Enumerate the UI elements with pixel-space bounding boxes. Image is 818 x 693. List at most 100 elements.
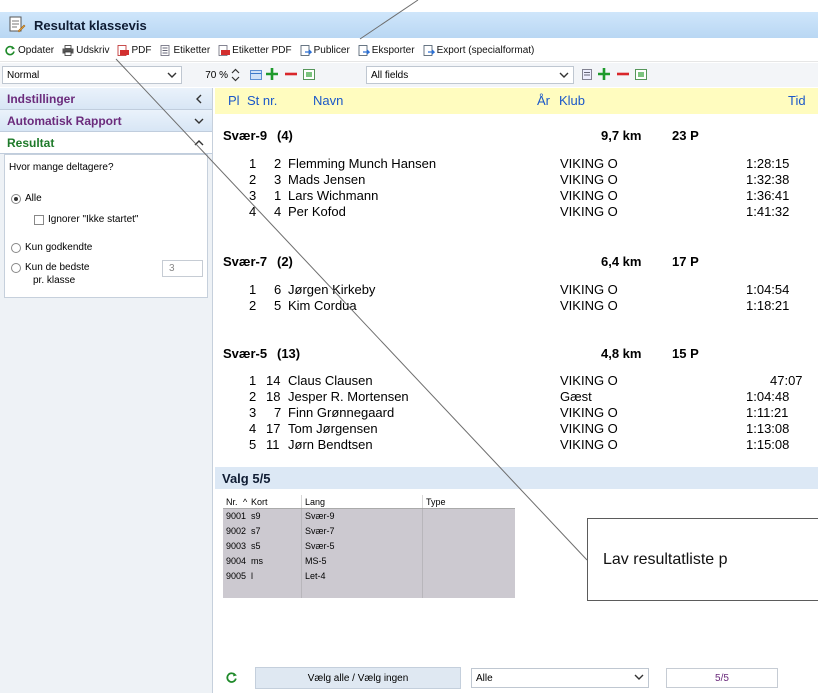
row-navn: Jesper R. Mortensen (288, 389, 409, 404)
row-pl: 2 (249, 389, 257, 404)
result-row[interactable]: 5 11 Jørn Bendtsen VIKING O 1:15:08 (215, 437, 818, 453)
refresh-selection-icon[interactable] (225, 671, 238, 684)
course-row[interactable]: 9004 ms MS-5 (223, 554, 515, 569)
row-navn: Claus Clausen (288, 373, 373, 388)
col-tid[interactable]: Tid (788, 93, 806, 108)
course-table: Nr. ^ Kort Lang Type 9001 s9 Svær-9 9002 s7… (223, 495, 515, 598)
ignore-not-started-checkbox[interactable]: Ignorer "Ikke startet" (34, 214, 138, 225)
remove-field-icon[interactable] (616, 67, 630, 81)
result-row[interactable]: 3 1 Lars Wichmann VIKING O 1:36:41 (215, 188, 818, 204)
panel-result-label: Resultat (7, 135, 55, 150)
labels-label: Etiketter (173, 45, 211, 56)
result-row[interactable]: 4 17 Tom Jørgensen VIKING O 1:13:08 (215, 421, 818, 437)
row-pl: 3 (249, 405, 257, 420)
row-stnr: 17 (266, 421, 281, 436)
row-klub: VIKING O (560, 298, 618, 313)
row-tid: 1:04:54 (746, 282, 790, 297)
result-row[interactable]: 2 3 Mads Jensen VIKING O 1:32:38 (215, 172, 818, 188)
row-tid: 1:18:21 (746, 298, 790, 313)
result-row[interactable]: 3 7 Finn Grønnegaard VIKING O 1:11:21 (215, 405, 818, 421)
header-kort[interactable]: Kort (251, 497, 268, 507)
result-row[interactable]: 1 6 Jørgen Kirkeby VIKING O 1:04:54 (215, 282, 818, 298)
row-tid: 1:04:48 (746, 389, 790, 404)
course-row[interactable]: 9003 s5 Svær-5 (223, 539, 515, 554)
course-kort: l (251, 571, 253, 581)
course-row[interactable]: 9002 s7 Svær-7 (223, 524, 515, 539)
zoom-stepper[interactable]: 70 % (186, 66, 242, 84)
export-button[interactable]: Eksporter (358, 45, 415, 56)
best-count-input[interactable]: 3 (162, 260, 203, 277)
panel-settings[interactable]: Indstillinger (0, 88, 212, 110)
column-layout-icon[interactable] (250, 70, 262, 80)
result-row[interactable]: 2 18 Jesper R. Mortensen Gæst 1:04:48 (215, 389, 818, 405)
result-row[interactable]: 4 4 Per Kofod VIKING O 1:41:32 (215, 204, 818, 220)
publish-button[interactable]: Publicer (300, 45, 350, 56)
course-table-header: Nr. ^ Kort Lang Type (223, 495, 515, 509)
row-klub: VIKING O (560, 204, 618, 219)
row-stnr: 2 (274, 156, 282, 171)
option-approved[interactable]: Kun godkendte (11, 242, 92, 253)
add-field-icon[interactable] (597, 67, 611, 81)
row-stnr: 5 (274, 298, 282, 313)
row-stnr: 4 (274, 204, 282, 219)
class-header: Svær-7 (2) 6,4 km 17 P (223, 254, 818, 272)
row-pl: 1 (249, 156, 257, 171)
labels-button[interactable]: Etiketter (159, 45, 210, 56)
result-row[interactable]: 1 2 Flemming Munch Hansen VIKING O 1:28:15 (215, 156, 818, 172)
selection-count-value: 5/5 (715, 672, 729, 684)
header-nr[interactable]: Nr. (226, 497, 238, 507)
course-nr: 9001 (226, 511, 247, 521)
option-all[interactable]: Alle (11, 193, 42, 204)
pdf-button[interactable]: PDF (117, 45, 151, 56)
course-kort: s7 (251, 526, 261, 536)
remove-icon[interactable] (284, 67, 298, 81)
col-klub[interactable]: Klub (559, 93, 585, 108)
col-aar[interactable]: År (537, 93, 550, 108)
document-icon (8, 16, 26, 34)
header-type[interactable]: Type (426, 497, 446, 507)
course-row[interactable]: 9005 l Let-4 (223, 569, 515, 584)
course-lang: Svær-5 (305, 541, 335, 551)
add-icon[interactable] (265, 67, 279, 81)
panel-result[interactable]: Resultat (0, 132, 212, 154)
labels-icon (159, 45, 171, 56)
layout-select-value: Normal (7, 69, 40, 81)
selection-title: Valg 5/5 (215, 467, 818, 489)
class-distance: 4,8 km (601, 346, 642, 361)
row-tid: 1:32:38 (746, 172, 790, 187)
selection-filter-select[interactable]: Alle (471, 668, 649, 688)
select-all-none-button[interactable]: Vælg alle / Vælg ingen (255, 667, 461, 689)
list-icon[interactable] (582, 69, 592, 80)
row-navn: Kim Cordua (288, 298, 357, 313)
col-stnr[interactable]: St nr. (247, 93, 277, 108)
selection-count: 5/5 (666, 668, 778, 688)
print-button[interactable]: Udskriv (62, 45, 109, 56)
settings-sheet-icon[interactable] (303, 69, 315, 80)
chevron-left-icon (196, 94, 202, 104)
panel-auto-report[interactable]: Automatisk Rapport (0, 110, 212, 132)
result-row[interactable]: 1 14 Claus Clausen VIKING O 47:07 (215, 373, 818, 389)
annotation-callout: Lav resultatliste p (587, 518, 818, 601)
fields-select-value: All fields (371, 69, 409, 81)
layout-select[interactable]: Normal (2, 66, 182, 84)
class-distance: 9,7 km (601, 128, 642, 143)
option-all-label: Alle (25, 193, 42, 204)
fields-select[interactable]: All fields (366, 66, 574, 84)
row-pl: 2 (249, 298, 257, 313)
class-points: 23 P (672, 128, 699, 143)
labels-pdf-button[interactable]: Etiketter PDF (218, 45, 292, 56)
field-settings-icon[interactable] (635, 69, 647, 80)
header-lang[interactable]: Lang (305, 497, 325, 507)
course-lang: Svær-7 (305, 526, 335, 536)
col-navn[interactable]: Navn (313, 93, 343, 108)
course-row[interactable]: 9001 s9 Svær-9 (223, 509, 515, 524)
class-points: 15 P (672, 346, 699, 361)
col-pl[interactable]: Pl (228, 93, 240, 108)
row-pl: 1 (249, 282, 257, 297)
export-special-button[interactable]: Export (specialformat) (423, 45, 534, 56)
toolbar: Opdater Udskriv PDF Etiketter Etiketter … (0, 40, 818, 62)
publish-label: Publicer (313, 45, 350, 56)
callout-text: Lav resultatliste p (603, 550, 728, 568)
result-row[interactable]: 2 5 Kim Cordua VIKING O 1:18:21 (215, 298, 818, 314)
refresh-button[interactable]: Opdater (4, 45, 54, 56)
